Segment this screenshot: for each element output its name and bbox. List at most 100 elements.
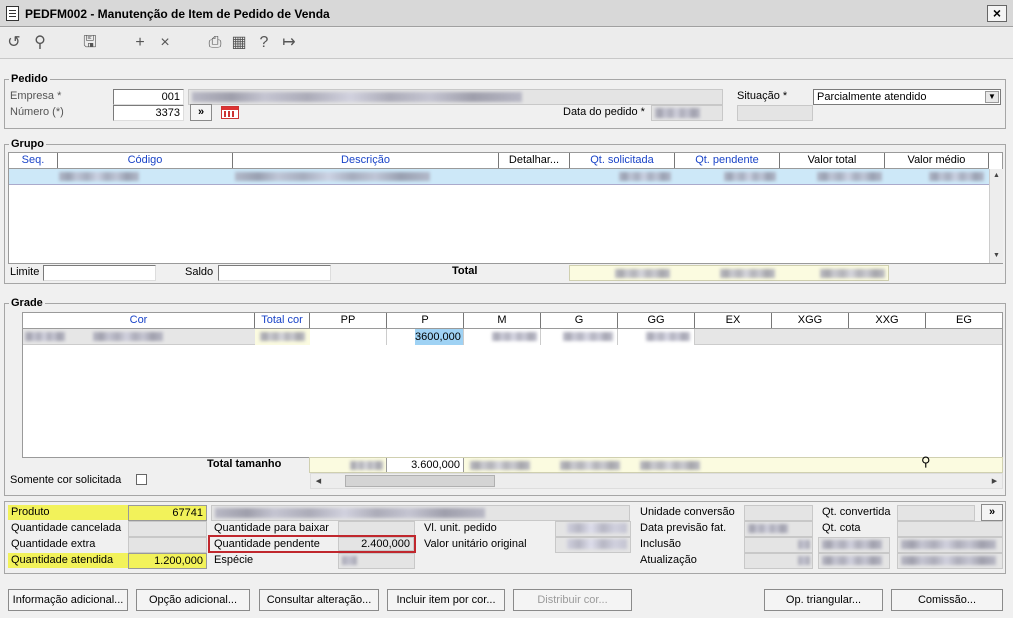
hscroll-thumb[interactable] <box>345 475 495 487</box>
atualizacao-field <box>744 553 813 569</box>
qt-cota-field <box>897 521 1003 537</box>
col-descricao[interactable]: Descrição <box>233 153 499 168</box>
numero-field[interactable]: 3373 <box>113 105 184 121</box>
vl-unit-orig-field <box>555 537 631 553</box>
qt-pendente-label: Quantidade pendente <box>214 538 320 550</box>
col-xgg[interactable]: XGG <box>772 313 849 328</box>
vl-unit-orig-label: Valor unitário original <box>424 538 527 550</box>
data-prev-field <box>744 521 813 537</box>
col-valor-total[interactable]: Valor total <box>780 153 885 168</box>
document-icon <box>6 6 19 21</box>
limite-field[interactable] <box>43 265 156 281</box>
qt-extra-field <box>128 537 207 553</box>
scroll-down-icon[interactable]: ▼ <box>990 249 1003 262</box>
numero-label: Número (*) <box>10 106 64 118</box>
cell-pp[interactable] <box>310 329 387 345</box>
qt-cancelada-field <box>128 521 207 537</box>
atualizacao-label: Atualização <box>640 554 697 566</box>
col-g[interactable]: G <box>541 313 618 328</box>
grupo-vscroll[interactable]: ▲ ▼ <box>989 169 1003 263</box>
comissao-button[interactable]: Comissão... <box>891 589 1003 611</box>
distribuir-cor-button[interactable]: Distribuir cor... <box>513 589 632 611</box>
op-triangular-button[interactable]: Op. triangular... <box>764 589 883 611</box>
table-row[interactable] <box>9 169 989 185</box>
opcao-adicional-button[interactable]: Opção adicional... <box>136 589 250 611</box>
grupo-grid[interactable]: Seq. Código Descrição Detalhar... Qt. so… <box>8 152 1003 264</box>
zoom-cursor-icon: ⚲ <box>921 454 931 469</box>
grade-hscroll[interactable]: ◀ ▶ <box>310 473 1003 489</box>
col-qt-pendente[interactable]: Qt. pendente <box>675 153 780 168</box>
grade-title: Grade <box>9 297 45 309</box>
data-pedido-label: Data do pedido * <box>563 106 645 118</box>
qt-pendente-field: 2.400,000 <box>338 537 414 551</box>
search-icon[interactable]: ⚲ <box>30 33 50 53</box>
qt-atendida-field[interactable]: 1.200,000 <box>128 553 207 569</box>
col-codigo[interactable]: Código <box>58 153 233 168</box>
col-total-cor[interactable]: Total cor <box>255 313 310 328</box>
grupo-title: Grupo <box>9 138 46 150</box>
inclusao-field <box>744 537 813 553</box>
grade-grid[interactable]: Cor Total cor PP P M G GG EX XGG XXG EG … <box>22 312 1003 458</box>
somente-cor-checkbox[interactable] <box>136 474 147 485</box>
cell-p-value[interactable]: 3600,000 <box>415 329 463 345</box>
grupo-header: Seq. Código Descrição Detalhar... Qt. so… <box>9 153 989 169</box>
col-gg[interactable]: GG <box>618 313 695 328</box>
add-icon[interactable]: + <box>130 33 150 53</box>
calendar-icon[interactable]: ▦ <box>229 33 249 53</box>
title-bar: PEDFM002 - Manutenção de Item de Pedido … <box>0 0 1013 27</box>
calendar-icon[interactable] <box>221 106 239 119</box>
inclusao-user-field <box>818 537 890 553</box>
qt-convertida-field <box>897 505 975 521</box>
help-icon[interactable]: ? <box>254 33 274 53</box>
scroll-left-icon[interactable]: ◀ <box>312 475 325 488</box>
col-cor[interactable]: Cor <box>23 313 255 328</box>
exit-icon[interactable]: ↦ <box>279 33 299 53</box>
detalhe-nav-button[interactable]: » <box>981 504 1003 521</box>
col-xxg[interactable]: XXG <box>849 313 926 328</box>
situacao-label: Situação * <box>737 90 788 102</box>
info-adicional-button[interactable]: Informação adicional... <box>8 589 128 611</box>
window-title: PEDFM002 - Manutenção de Item de Pedido … <box>25 7 330 21</box>
refresh-icon[interactable]: ↺ <box>4 33 24 53</box>
empresa-field[interactable]: 001 <box>113 89 184 105</box>
col-m[interactable]: M <box>464 313 541 328</box>
incluir-item-cor-button[interactable]: Incluir item por cor... <box>387 589 505 611</box>
numero-lookup-button[interactable]: » <box>190 104 212 121</box>
chevron-down-icon[interactable]: ▼ <box>985 91 999 103</box>
situacao-extra-field <box>737 105 813 121</box>
qt-cancelada-label: Quantidade cancelada <box>11 522 122 534</box>
save-icon[interactable]: 🖫 <box>80 33 100 53</box>
col-valor-medio[interactable]: Valor médio <box>885 153 989 168</box>
col-ex[interactable]: EX <box>695 313 772 328</box>
print-icon[interactable]: ⎙ <box>205 33 225 53</box>
col-eg[interactable]: EG <box>926 313 1002 328</box>
col-p[interactable]: P <box>387 313 464 328</box>
situacao-select[interactable]: Parcialmente atendido ▼ <box>813 89 1001 105</box>
delete-icon[interactable]: × <box>155 33 175 53</box>
saldo-field[interactable] <box>218 265 331 281</box>
table-row[interactable]: 3600,000 <box>23 329 1002 345</box>
especie-field <box>338 553 415 569</box>
col-qt-solicitada[interactable]: Qt. solicitada <box>570 153 675 168</box>
pedido-title: Pedido <box>9 73 50 85</box>
consultar-alteracao-button[interactable]: Consultar alteração... <box>259 589 379 611</box>
data-prev-label: Data previsão fat. <box>640 522 727 534</box>
col-pp[interactable]: PP <box>310 313 387 328</box>
unidade-conv-label: Unidade conversão <box>640 506 735 518</box>
saldo-label: Saldo <box>185 266 214 278</box>
inclusao-date-field <box>897 537 1003 553</box>
scroll-right-icon[interactable]: ▶ <box>988 475 1001 488</box>
close-button[interactable]: × <box>987 5 1007 22</box>
inclusao-label: Inclusão <box>640 538 681 550</box>
produto-field[interactable]: 67741 <box>128 505 207 521</box>
qt-atendida-label: Quantidade atendida <box>11 554 114 566</box>
total-tamanho-label: Total tamanho <box>207 458 282 470</box>
produto-label: Produto <box>11 506 50 518</box>
total-label: Total <box>452 265 478 277</box>
col-seq[interactable]: Seq. <box>9 153 58 168</box>
col-detalhar[interactable]: Detalhar... <box>499 153 570 168</box>
scroll-up-icon[interactable]: ▲ <box>990 169 1003 182</box>
empresa-label: Empresa * <box>10 90 62 102</box>
atualizacao-date-field <box>897 553 1003 569</box>
total-p-value: 3.600,000 <box>386 458 464 472</box>
